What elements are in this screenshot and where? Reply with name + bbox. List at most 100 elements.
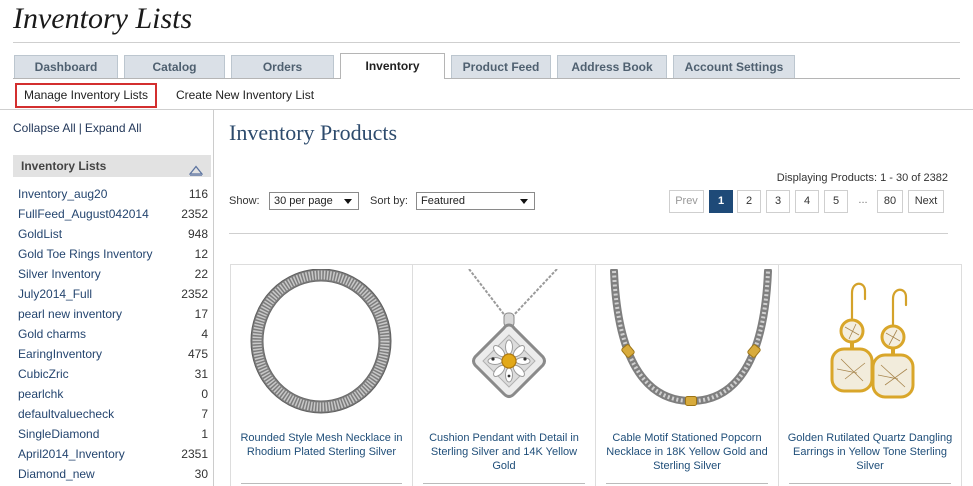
list-item[interactable]: Silver Inventory 22 bbox=[18, 264, 208, 284]
page-title: Inventory Lists bbox=[13, 2, 193, 35]
product-card[interactable]: Golden Rutilated Quartz Dangling Earring… bbox=[778, 264, 962, 486]
tab-address-book[interactable]: Address Book bbox=[557, 55, 667, 78]
product-card[interactable]: Cushion Pendant with Detail in Sterling … bbox=[412, 264, 596, 486]
list-item[interactable]: SingleDiamond 1 bbox=[18, 424, 208, 444]
expand-all-link[interactable]: Expand All bbox=[85, 121, 142, 135]
list-item[interactable]: defaultvaluecheck 7 bbox=[18, 404, 208, 424]
list-item-name: April2014_Inventory bbox=[18, 447, 125, 461]
list-item-name: Gold Toe Rings Inventory bbox=[18, 247, 153, 261]
list-item-name: EaringInventory bbox=[18, 347, 103, 361]
list-item[interactable]: Gold Toe Rings Inventory 12 bbox=[18, 244, 208, 264]
collapse-expand-controls: Collapse All | Expand All bbox=[13, 121, 142, 135]
list-item-count: 475 bbox=[187, 347, 208, 361]
page-button-1[interactable]: 1 bbox=[709, 190, 733, 213]
chevron-down-icon bbox=[344, 199, 352, 204]
list-item-name: SingleDiamond bbox=[18, 427, 100, 441]
list-item[interactable]: GoldList 948 bbox=[18, 224, 208, 244]
product-image[interactable] bbox=[596, 269, 778, 429]
tabs-baseline bbox=[13, 78, 960, 79]
list-item-count: 12 bbox=[194, 247, 208, 261]
list-item-count: 22 bbox=[194, 267, 208, 281]
subnav-create-new-inventory-list[interactable]: Create New Inventory List bbox=[169, 83, 321, 108]
product-name[interactable]: Golden Rutilated Quartz Dangling Earring… bbox=[785, 431, 955, 473]
card-divider bbox=[789, 483, 951, 484]
list-item[interactable]: FullFeed_August042014 2352 bbox=[18, 204, 208, 224]
card-divider bbox=[606, 483, 768, 484]
card-divider bbox=[241, 483, 402, 484]
product-image[interactable] bbox=[231, 269, 413, 429]
page-button-3[interactable]: 3 bbox=[766, 190, 790, 213]
triangle-up-icon[interactable] bbox=[188, 161, 204, 176]
list-item[interactable]: April2014_Inventory 2351 bbox=[18, 444, 208, 464]
product-card[interactable]: Rounded Style Mesh Necklace in Rhodium P… bbox=[230, 264, 413, 486]
title-divider bbox=[13, 42, 960, 43]
tab-inventory[interactable]: Inventory bbox=[340, 53, 445, 79]
product-name[interactable]: Cable Motif Stationed Popcorn Necklace i… bbox=[602, 431, 772, 473]
chevron-down-icon bbox=[520, 199, 528, 204]
collapse-all-link[interactable]: Collapse All bbox=[13, 121, 76, 135]
sidebar-header-label: Inventory Lists bbox=[21, 159, 107, 173]
product-name[interactable]: Rounded Style Mesh Necklace in Rhodium P… bbox=[237, 431, 406, 459]
page-button-5[interactable]: 5 bbox=[824, 190, 848, 213]
subnav-divider bbox=[0, 109, 973, 110]
tab-product-feed[interactable]: Product Feed bbox=[451, 55, 551, 78]
list-item[interactable]: Gold charms 4 bbox=[18, 324, 208, 344]
list-item-count: 2352 bbox=[181, 207, 208, 221]
product-card[interactable]: Cable Motif Stationed Popcorn Necklace i… bbox=[595, 264, 779, 486]
list-item-count: 31 bbox=[194, 367, 208, 381]
sort-label: Sort by: bbox=[370, 195, 408, 207]
card-divider bbox=[423, 483, 585, 484]
tab-orders[interactable]: Orders bbox=[231, 55, 334, 78]
main-heading: Inventory Products bbox=[229, 120, 398, 145]
tab-catalog[interactable]: Catalog bbox=[124, 55, 225, 78]
prev-page-button[interactable]: Prev bbox=[669, 190, 704, 213]
list-item-count: 17 bbox=[194, 307, 208, 321]
list-item-count: 1 bbox=[201, 427, 208, 441]
list-item-count: 948 bbox=[187, 227, 208, 241]
sidebar-section-header[interactable]: Inventory Lists bbox=[13, 155, 211, 177]
list-item-name: Gold charms bbox=[18, 327, 87, 341]
list-item-name: Silver Inventory bbox=[18, 267, 101, 281]
list-item-name: FullFeed_August042014 bbox=[18, 207, 149, 221]
page-button-last[interactable]: 80 bbox=[877, 190, 903, 213]
list-item-count: 116 bbox=[188, 187, 208, 201]
tab-account-settings[interactable]: Account Settings bbox=[673, 55, 795, 78]
list-item-name: July2014_Full bbox=[18, 287, 93, 301]
list-item-name: CubicZric bbox=[18, 367, 69, 381]
list-item-count: 4 bbox=[201, 327, 208, 341]
list-item-count: 0 bbox=[201, 387, 208, 401]
per-page-select[interactable]: 30 per page bbox=[269, 192, 359, 210]
show-label: Show: bbox=[229, 195, 260, 207]
results-count: Displaying Products: 1 - 30 of 2382 bbox=[776, 172, 948, 184]
toolbar-divider bbox=[229, 233, 948, 234]
page-button-4[interactable]: 4 bbox=[795, 190, 819, 213]
tab-dashboard[interactable]: Dashboard bbox=[14, 55, 118, 78]
list-item[interactable]: Diamond_new 30 bbox=[18, 464, 208, 484]
pagination-ellipsis: ... bbox=[858, 194, 868, 206]
list-item-count: 30 bbox=[194, 467, 208, 481]
page-button-2[interactable]: 2 bbox=[737, 190, 761, 213]
list-item-name: pearlchk bbox=[18, 387, 64, 401]
list-item-count: 7 bbox=[201, 407, 208, 421]
list-item-name: GoldList bbox=[18, 227, 63, 241]
product-image[interactable] bbox=[413, 269, 595, 429]
list-item-name: defaultvaluecheck bbox=[18, 407, 115, 421]
list-item[interactable]: pearl new inventory 17 bbox=[18, 304, 208, 324]
list-item[interactable]: EaringInventory 475 bbox=[18, 344, 208, 364]
list-item-name: pearl new inventory bbox=[18, 307, 123, 321]
next-page-button[interactable]: Next bbox=[908, 190, 944, 213]
list-item[interactable]: CubicZric 31 bbox=[18, 364, 208, 384]
subnav-manage-inventory-lists[interactable]: Manage Inventory Lists bbox=[15, 83, 157, 108]
list-item[interactable]: July2014_Full 2352 bbox=[18, 284, 208, 304]
link-separator: | bbox=[78, 121, 82, 135]
sort-select[interactable]: Featured bbox=[416, 192, 535, 210]
list-item-name: Inventory_aug20 bbox=[18, 187, 108, 201]
per-page-value: 30 per page bbox=[274, 195, 333, 207]
list-item-count: 2352 bbox=[181, 287, 208, 301]
sidebar-divider bbox=[213, 110, 214, 486]
list-item-name: Diamond_new bbox=[18, 467, 95, 481]
list-item[interactable]: pearlchk 0 bbox=[18, 384, 208, 404]
list-item[interactable]: Inventory_aug20 116 bbox=[18, 184, 208, 204]
product-name[interactable]: Cushion Pendant with Detail in Sterling … bbox=[419, 431, 589, 473]
product-image[interactable] bbox=[779, 269, 961, 429]
